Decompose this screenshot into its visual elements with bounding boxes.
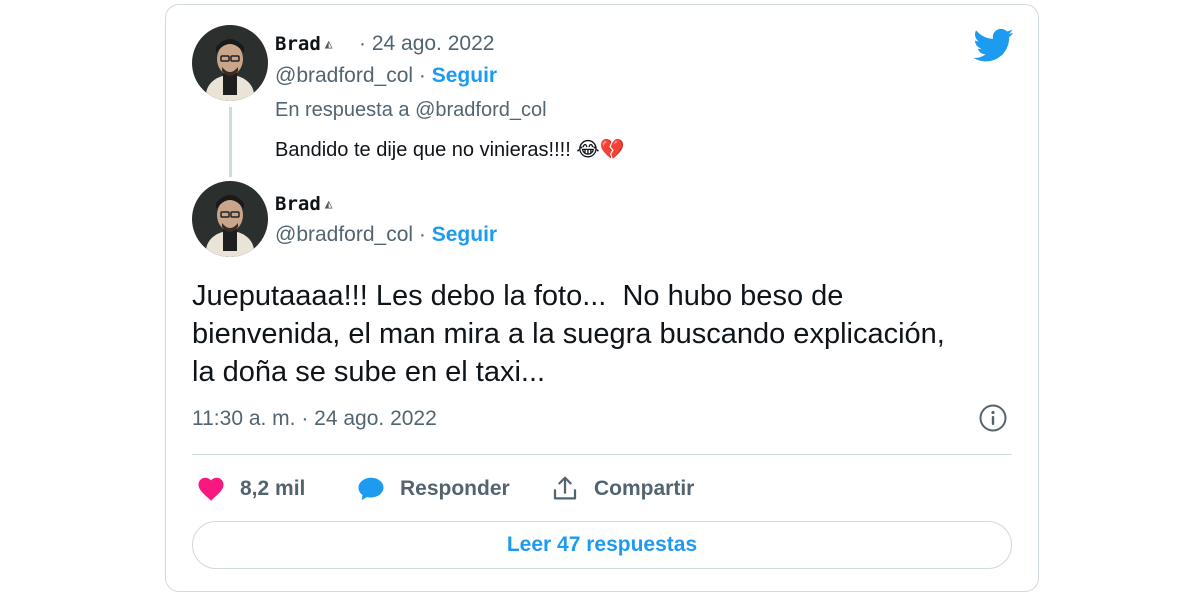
avatar[interactable] xyxy=(192,25,268,101)
reply-button[interactable]: Responder xyxy=(356,471,510,507)
info-icon[interactable] xyxy=(978,403,1008,433)
author-name[interactable]: Brad ◭ xyxy=(275,33,333,55)
verified-badge-icon: ◭ xyxy=(324,37,333,52)
author-handle[interactable]: @bradford_col xyxy=(275,223,413,246)
author-name[interactable]: Brad ◭ xyxy=(275,193,333,215)
author-handle-line: @bradford_col · Seguir xyxy=(275,223,498,246)
avatar[interactable] xyxy=(192,181,268,257)
share-upload-icon xyxy=(553,476,577,500)
thread-connector-line xyxy=(229,107,232,177)
like-button[interactable]: 8,2 mil xyxy=(196,471,305,507)
like-count: 8,2 mil xyxy=(240,477,306,500)
author-handle-line: @bradford_col · Seguir xyxy=(275,64,498,87)
heart-icon xyxy=(198,477,224,501)
speech-bubble-icon xyxy=(358,477,384,501)
tweet-text: Jueputaaaa!!! Les debo la foto... No hub… xyxy=(192,280,945,388)
share-label: Compartir xyxy=(594,477,695,500)
reply-to-label: En respuesta a @bradford_col xyxy=(275,99,547,121)
tweet-timestamp[interactable]: 11:30 a. m. · 24 ago. 2022 xyxy=(192,407,437,431)
divider xyxy=(192,454,1012,455)
follow-button[interactable]: Seguir xyxy=(432,64,497,87)
share-button[interactable]: Compartir xyxy=(550,471,694,507)
twitter-bird-icon[interactable] xyxy=(974,25,1014,65)
embedded-tweet-card: Brad ◭ · 24 ago. 2022 @bradford_col · Seg… xyxy=(165,4,1039,592)
read-replies-button[interactable]: Leer 47 respuestas xyxy=(192,521,1012,569)
follow-button[interactable]: Seguir xyxy=(432,223,497,246)
verified-badge-icon: ◭ xyxy=(324,197,333,212)
reply-label: Responder xyxy=(400,477,510,500)
author-handle[interactable]: @bradford_col xyxy=(275,64,413,87)
tweet-date[interactable]: · 24 ago. 2022 xyxy=(359,32,494,56)
reply-tweet-text: Bandido te dije que no vinieras!!!! 😂💔 xyxy=(275,139,625,161)
